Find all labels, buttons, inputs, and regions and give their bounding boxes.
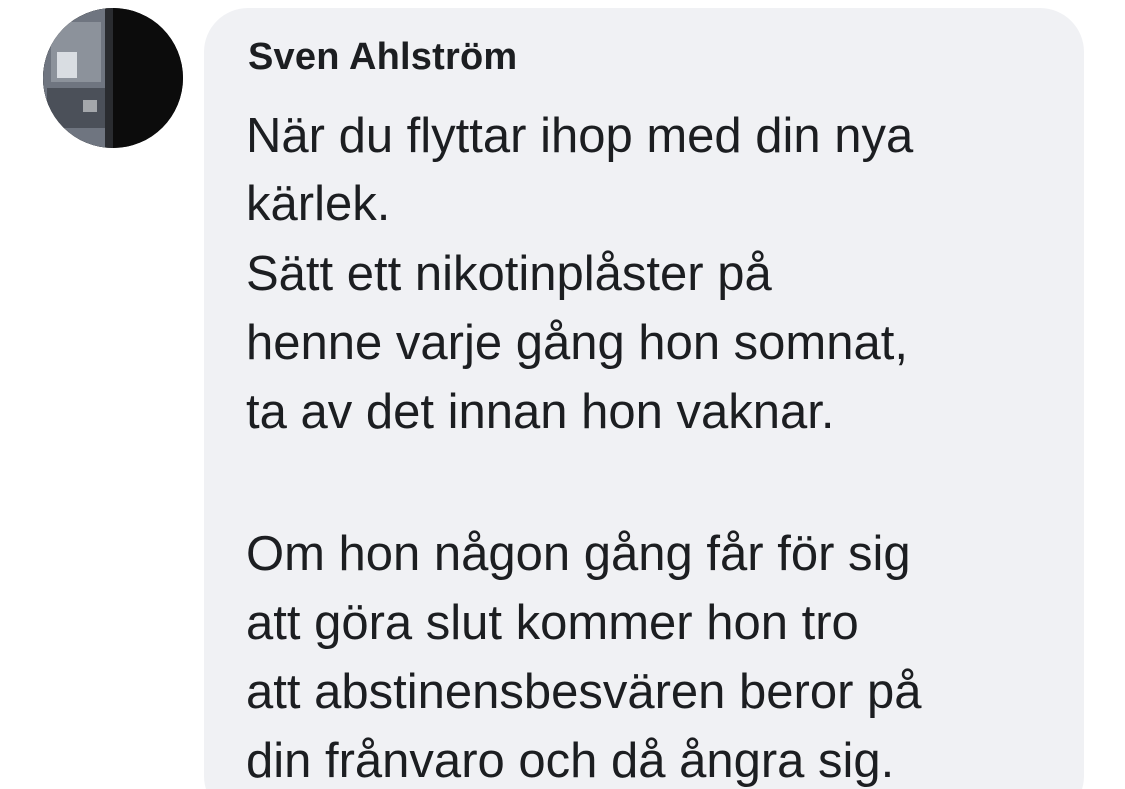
comment-text-line: När du flyttar ihop med din nya [246,109,914,163]
comment-text-line: kärlek. [246,177,391,231]
comment-text-line: att abstinensbesvären beror på [246,665,922,719]
comment-text-line: att göra slut kommer hon tro [246,596,859,650]
comment-text-line: Sätt ett nikotinplåster på [246,247,772,301]
comment-text-line: din frånvaro och då ångra sig. [246,734,895,788]
avatar[interactable] [43,8,183,148]
comment-text-line: Om hon någon gång får för sig [246,527,911,581]
comment-author[interactable]: Sven Ahlström [248,36,517,79]
comment-text-line: henne varje gång hon somnat, [246,316,908,370]
comment-text-line: ta av det innan hon vaknar. [246,385,835,439]
avatar-photo [43,8,183,148]
